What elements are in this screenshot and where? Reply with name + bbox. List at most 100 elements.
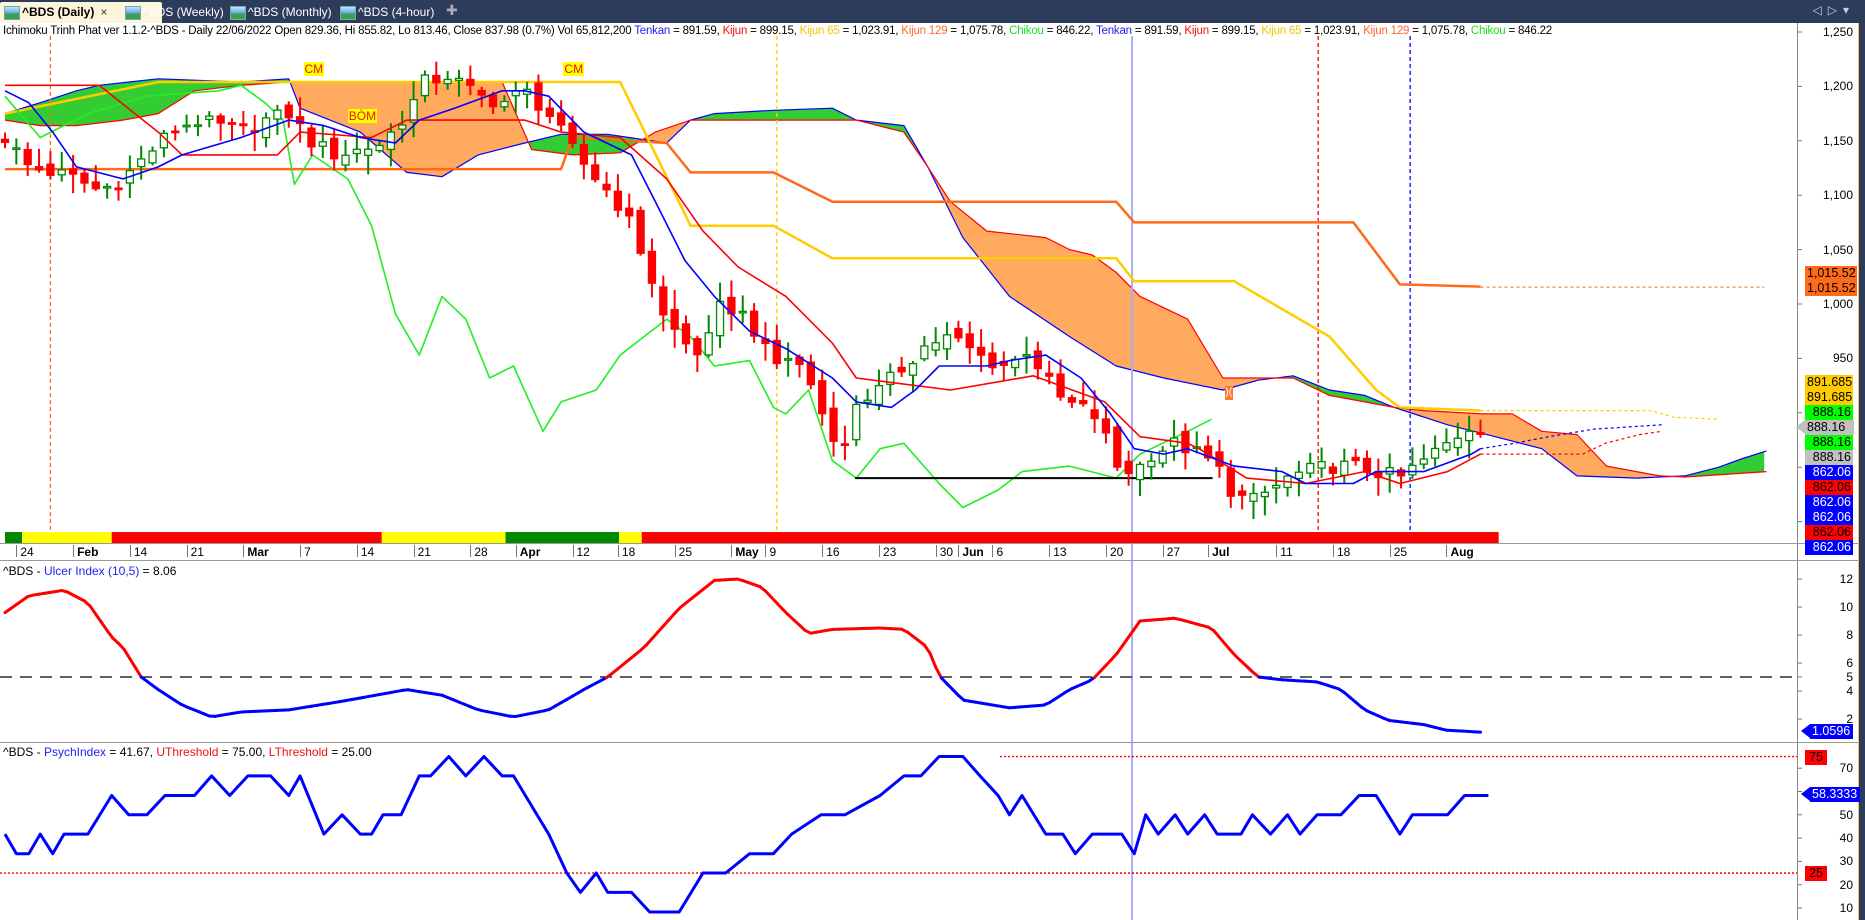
candle-body [386, 131, 396, 151]
candle-body [137, 158, 146, 168]
candle [557, 100, 566, 132]
legend-value: = 1,023.91, [839, 25, 902, 37]
candle [1147, 453, 1156, 480]
kijun-129-line [5, 136, 1481, 288]
candle-body [284, 104, 293, 119]
candle [908, 361, 918, 393]
candle-body [364, 148, 373, 157]
psych-tick-label: 40 [1839, 831, 1853, 846]
candle-body [23, 148, 32, 166]
candle [806, 354, 815, 390]
candle-body [693, 338, 702, 356]
date-axis-label: 13 [1049, 545, 1067, 559]
price-axis-line [1797, 23, 1798, 920]
upper-threshold-name: UThreshold [156, 745, 219, 759]
candle [545, 99, 554, 124]
panel-divider [0, 742, 1858, 743]
candle-body [1442, 442, 1451, 451]
vertical-scrollbar[interactable] [1858, 23, 1865, 920]
candle-body [409, 98, 418, 123]
candle [23, 142, 32, 177]
ulcer-panel-title: ^BDS - Ulcer Index (10,5) = 8.06 [3, 564, 176, 578]
indicator-name: Ulcer Index (10,5) [43, 564, 140, 578]
candle-body [1090, 409, 1099, 420]
candle [727, 280, 736, 331]
candle [1158, 446, 1167, 468]
candle [715, 282, 725, 348]
candle [273, 104, 282, 135]
indicator-value: = 8.06 [139, 564, 177, 578]
trend-band-segment [5, 532, 23, 543]
candle [1033, 341, 1042, 380]
candle-body [1317, 460, 1326, 469]
candle-body [420, 74, 430, 97]
candle-body [942, 334, 952, 350]
candle [1306, 452, 1315, 479]
candle [874, 369, 884, 411]
candle-body [34, 166, 44, 171]
candle-body [659, 286, 668, 316]
price-tick-label: 1,150 [1822, 133, 1853, 148]
candle-body [1113, 426, 1122, 468]
date-axis-label: 25 [1389, 545, 1407, 559]
candle-body [114, 187, 123, 191]
date-axis-label: May [731, 545, 759, 559]
trend-band-segment [22, 532, 112, 543]
candle [1317, 447, 1326, 478]
candle-body [1135, 463, 1145, 481]
candle-body [954, 327, 963, 339]
price-marker-label: 888.16 [1805, 450, 1853, 465]
legend-value: = 899.15, [747, 25, 800, 37]
psych-panel-title: ^BDS - PsychIndex = 41.67, UThreshold = … [3, 745, 372, 759]
candle-body [965, 333, 974, 349]
legend-kijun-65: Kijun 65 [1261, 25, 1302, 37]
candle [182, 114, 191, 133]
chart-canvas[interactable] [0, 0, 1865, 920]
candle-body [852, 403, 861, 441]
candle-body [227, 122, 237, 125]
candle [1238, 484, 1247, 510]
date-axis-label: 27 [1162, 545, 1180, 559]
candle [1340, 448, 1349, 484]
candle-body [1147, 460, 1156, 468]
bullish-cloud [691, 108, 931, 172]
candle [829, 391, 838, 457]
date-axis-label: 20 [1105, 545, 1123, 559]
price-marker-label: 888.16 [1805, 435, 1853, 450]
candle [1385, 453, 1394, 493]
candle-body [557, 112, 566, 126]
candle-body [0, 138, 10, 144]
candle [1328, 462, 1338, 486]
candle [1249, 482, 1258, 520]
candle-body [398, 124, 407, 130]
candle-body [205, 115, 214, 120]
candle [114, 180, 123, 201]
date-axis-label: 24 [16, 545, 34, 559]
candle-body [1045, 372, 1054, 377]
ulcer-index-segment [934, 665, 943, 680]
legend-value: = 846.22, [1043, 25, 1096, 37]
ohlc-readout: Ichimoku Trinh Phat ver 1.1.2-^BDS - Dai… [3, 25, 635, 37]
candle [318, 125, 327, 158]
date-axis-label: 18 [1332, 545, 1350, 559]
candle-body [329, 137, 339, 160]
candle-body [1238, 490, 1247, 496]
candle-body [103, 185, 112, 189]
candle-body [91, 181, 100, 190]
date-axis-label: 30 [935, 545, 953, 559]
candle [636, 206, 645, 256]
candle-body [908, 362, 918, 376]
candle [1192, 431, 1201, 454]
price-marker-label: 862.06 [1805, 480, 1853, 495]
price-marker-label: 862.06 [1805, 525, 1853, 540]
indicator-value: = 41.67, [106, 745, 157, 759]
candle-body [931, 342, 940, 351]
candle-body [1306, 462, 1315, 474]
candle [0, 132, 10, 149]
price-tick-label: 1,100 [1822, 188, 1853, 203]
lower-threshold-name: LThreshold [268, 745, 328, 759]
candle [1022, 336, 1031, 374]
candle [12, 138, 21, 165]
candle [613, 174, 623, 218]
ulcer-tick-label: 6 [1846, 656, 1853, 670]
